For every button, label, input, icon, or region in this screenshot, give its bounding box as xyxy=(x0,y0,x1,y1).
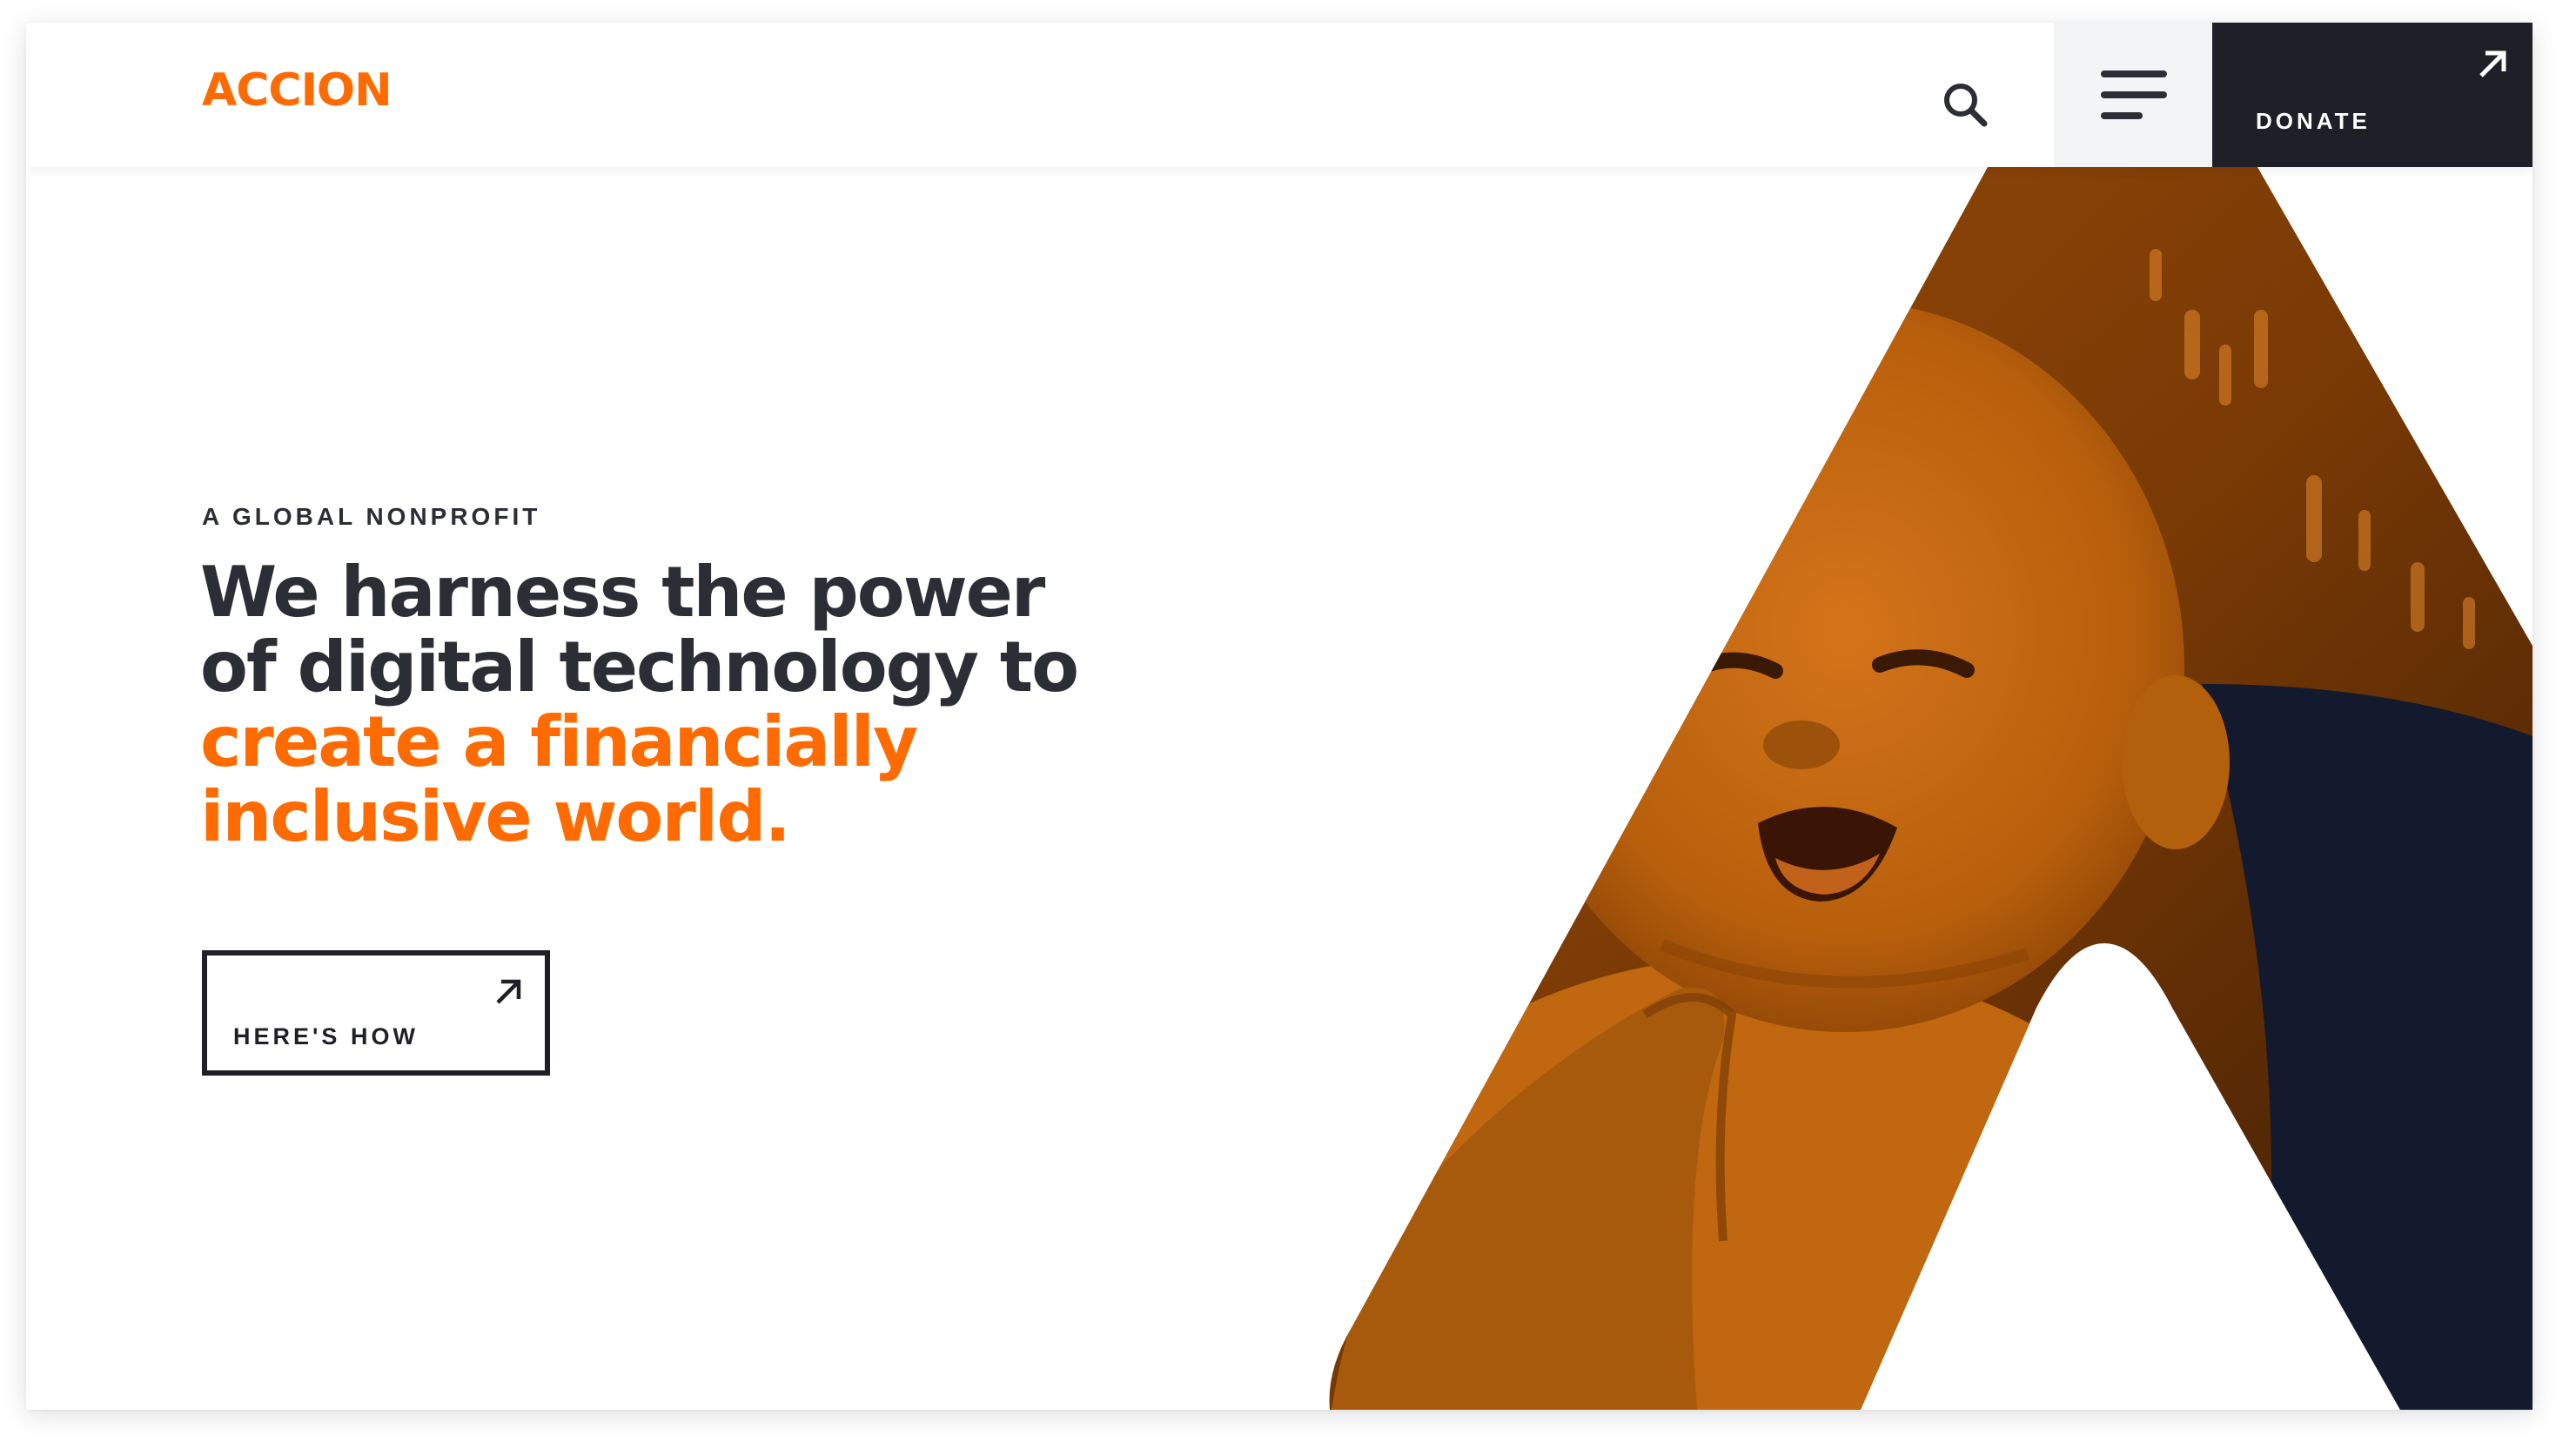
search-button[interactable] xyxy=(1923,63,2007,146)
arrow-up-right-icon xyxy=(2479,50,2506,77)
search-icon xyxy=(1944,84,1988,127)
donate-button[interactable]: DONATE xyxy=(2212,23,2532,167)
donate-label: DONATE xyxy=(2256,108,2371,134)
hamburger-menu-icon xyxy=(2101,70,2167,119)
menu-button[interactable] xyxy=(2054,23,2214,167)
page-frame: ACCION DONATE A GLOBAL NONPROFIT We harn… xyxy=(26,23,2532,1410)
site-header: ACCION DONATE xyxy=(26,23,2532,167)
hero-image xyxy=(1329,167,2532,1410)
accion-logo[interactable]: ACCION xyxy=(202,68,392,113)
